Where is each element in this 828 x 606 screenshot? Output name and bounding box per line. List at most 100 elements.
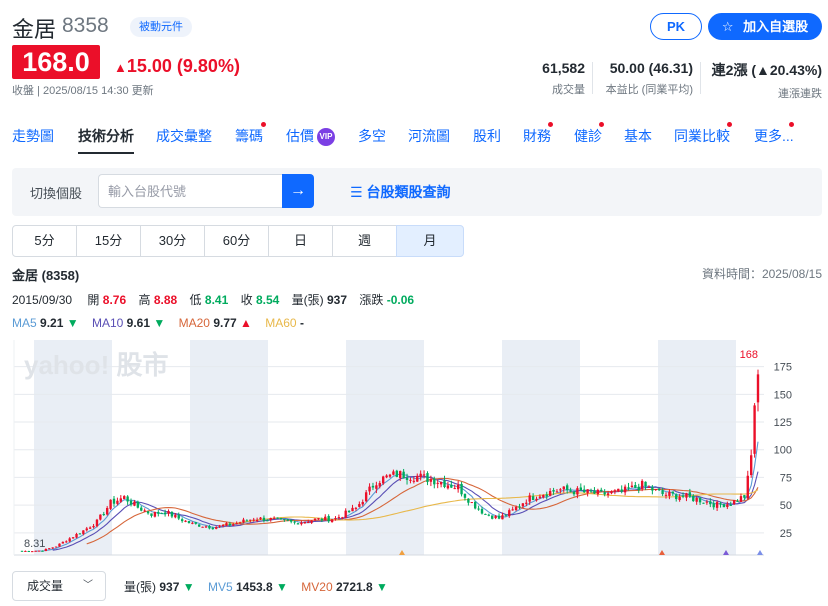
mv20-arrow-icon: ▼ bbox=[376, 580, 388, 594]
candle-body bbox=[123, 496, 126, 500]
candle-body bbox=[749, 455, 753, 476]
candle-body bbox=[692, 495, 695, 502]
candlestick-chart[interactable]: 25 50 75 100 125 150 175 yahoo! 股市 8.31 168 bbox=[12, 340, 822, 560]
candle-body bbox=[610, 491, 613, 494]
candle-body bbox=[163, 512, 167, 515]
y-tick-label: 175 bbox=[774, 362, 792, 374]
candle-body bbox=[586, 489, 589, 494]
change-label: 漲跌 bbox=[359, 293, 384, 307]
tab-finance[interactable]: 財務 bbox=[523, 118, 553, 154]
candle-body bbox=[521, 503, 525, 507]
tab-chips-label: 籌碼 bbox=[235, 128, 263, 144]
period-month[interactable]: 月 bbox=[396, 225, 464, 257]
candle-body bbox=[286, 519, 289, 521]
candle-body bbox=[388, 474, 392, 477]
candle-body bbox=[262, 517, 266, 521]
period-30min[interactable]: 30分 bbox=[140, 225, 205, 257]
tab-valuation[interactable]: 估價 VIP bbox=[286, 118, 335, 154]
category-query-link[interactable]: ☰ 台股類股查詢 bbox=[350, 182, 450, 202]
candle-body bbox=[467, 498, 470, 503]
candle-body bbox=[41, 550, 44, 552]
candle-body bbox=[695, 497, 698, 502]
mv20-value: 2721.8 bbox=[335, 580, 373, 594]
candle-body bbox=[562, 486, 565, 490]
candle-body bbox=[191, 522, 194, 524]
period-60min[interactable]: 60分 bbox=[204, 225, 269, 257]
candle-body bbox=[640, 480, 644, 489]
candle-body bbox=[289, 519, 293, 522]
tab-technical[interactable]: 技術分析 bbox=[78, 118, 134, 154]
candle-body bbox=[116, 500, 119, 504]
category-query-label: 台股類股查詢 bbox=[366, 184, 451, 200]
candle-body bbox=[27, 551, 31, 553]
candle-body bbox=[112, 498, 116, 504]
candle-body bbox=[54, 546, 58, 548]
ma10-value: 9.61 bbox=[126, 316, 151, 330]
tab-river[interactable]: 河流圖 bbox=[408, 118, 450, 154]
candle-body bbox=[68, 538, 71, 542]
candle-body bbox=[726, 504, 729, 508]
candle-body bbox=[661, 490, 664, 495]
ohlc-date: 2015/09/30 bbox=[12, 293, 73, 307]
candle-body bbox=[525, 502, 528, 504]
candle-body bbox=[221, 525, 225, 527]
candle-body bbox=[279, 518, 283, 520]
candle-body bbox=[344, 510, 347, 518]
candle-body bbox=[729, 504, 732, 506]
notification-dot bbox=[548, 122, 553, 127]
candle-body bbox=[630, 485, 634, 488]
stat-streak-value: 連2漲 (▲20.43%) bbox=[711, 62, 822, 78]
candle-body bbox=[647, 486, 651, 488]
indicator-select[interactable]: 成交量 ﹀ bbox=[12, 571, 106, 601]
search-submit-button[interactable]: → bbox=[282, 174, 314, 208]
period-5min[interactable]: 5分 bbox=[12, 225, 77, 257]
period-week[interactable]: 週 bbox=[332, 225, 397, 257]
event-marker-icon bbox=[757, 550, 763, 555]
tab-long-short[interactable]: 多空 bbox=[358, 118, 386, 154]
tab-health[interactable]: 健診 bbox=[574, 118, 604, 154]
candle-body bbox=[555, 491, 559, 493]
add-watchlist-label: 加入自選股 bbox=[743, 19, 809, 34]
candle-body bbox=[412, 480, 416, 482]
stock-search-input[interactable] bbox=[98, 174, 282, 208]
period-day[interactable]: 日 bbox=[268, 225, 333, 257]
candle-body bbox=[446, 485, 450, 489]
candle-body bbox=[634, 485, 637, 488]
candle-body bbox=[71, 537, 75, 539]
vip-badge: VIP bbox=[317, 128, 335, 147]
industry-tag[interactable]: 被動元件 bbox=[130, 17, 192, 37]
volume-value: 937 bbox=[327, 293, 348, 307]
period-15min[interactable]: 15分 bbox=[76, 225, 141, 257]
mv20-label: MV20 bbox=[301, 580, 333, 594]
tab-basic[interactable]: 基本 bbox=[624, 118, 652, 154]
candle-body bbox=[426, 473, 429, 483]
candle-body bbox=[174, 514, 177, 518]
chevron-down-icon: ﹀ bbox=[83, 580, 93, 591]
candle-body bbox=[65, 541, 68, 543]
candle-body bbox=[225, 523, 228, 526]
candle-body bbox=[187, 520, 191, 524]
candle-body bbox=[433, 478, 436, 485]
tab-trend[interactable]: 走勢圖 bbox=[12, 118, 54, 154]
year-band bbox=[502, 340, 580, 555]
tab-finance-label: 財務 bbox=[523, 128, 551, 144]
tab-chips[interactable]: 籌碼 bbox=[235, 118, 266, 154]
candle-body bbox=[48, 548, 51, 550]
candle-body bbox=[753, 405, 756, 454]
pk-button[interactable]: PK bbox=[650, 13, 702, 40]
candle-body bbox=[675, 494, 678, 500]
candle-body bbox=[88, 527, 92, 529]
tab-trades[interactable]: 成交彙整 bbox=[156, 118, 212, 154]
tab-dividend[interactable]: 股利 bbox=[473, 118, 501, 154]
notification-dot bbox=[727, 122, 732, 127]
list-icon: ☰ bbox=[350, 184, 363, 200]
candle-body bbox=[681, 495, 685, 497]
tab-more[interactable]: 更多... bbox=[754, 118, 794, 154]
candle-body bbox=[484, 513, 487, 515]
add-watchlist-button[interactable]: ☆ 加入自選股 bbox=[708, 13, 822, 40]
tab-peer-compare[interactable]: 同業比較 bbox=[674, 118, 732, 154]
candle-body bbox=[576, 488, 579, 495]
vol-arrow-icon: ▼ bbox=[182, 580, 195, 594]
candle-body bbox=[361, 501, 364, 505]
candle-body bbox=[242, 519, 245, 523]
